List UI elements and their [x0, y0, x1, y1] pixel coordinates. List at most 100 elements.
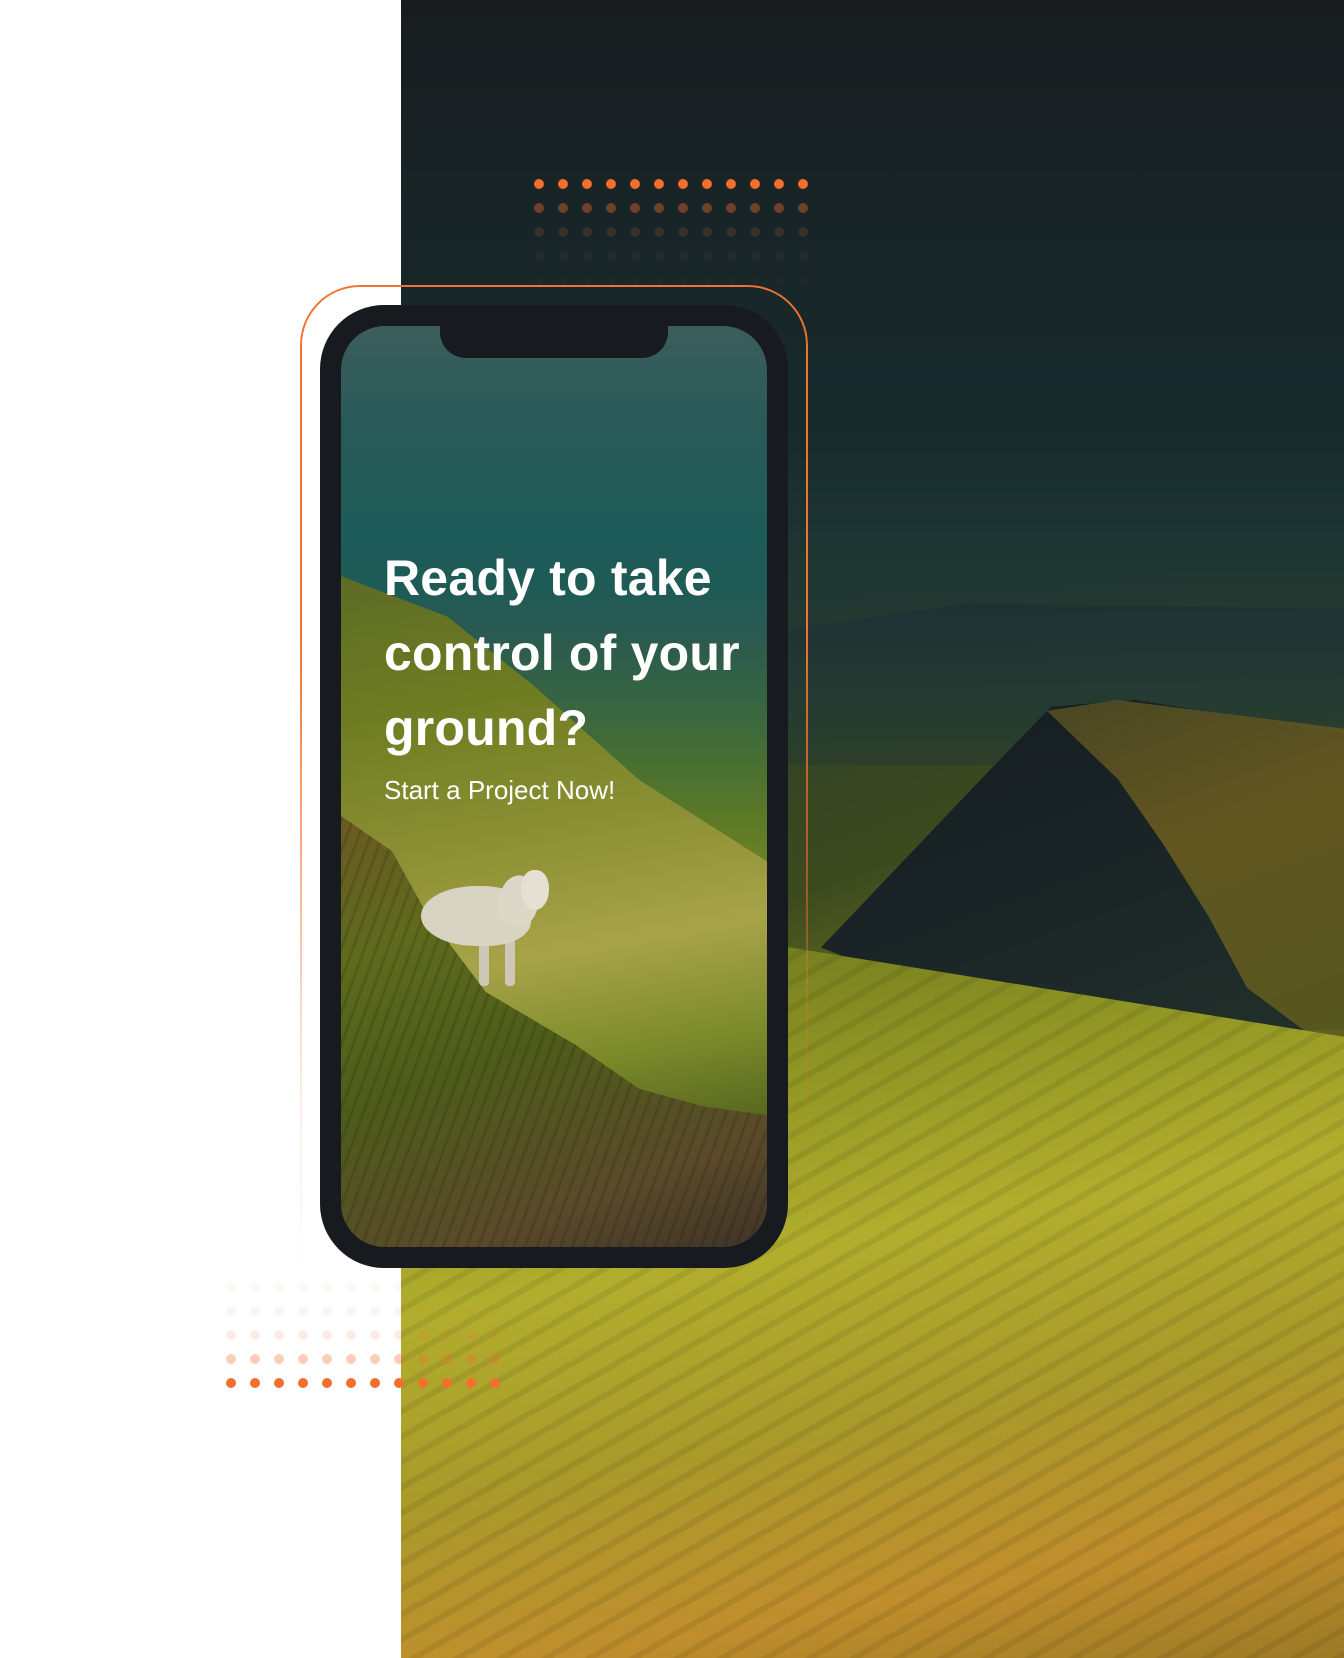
decorative-dot — [346, 1306, 356, 1316]
decorative-dot — [490, 1306, 500, 1316]
decorative-dot — [394, 1282, 404, 1292]
decorative-dot — [726, 251, 736, 261]
decorative-dot — [606, 179, 616, 189]
start-project-link[interactable]: Start a Project Now! — [384, 774, 615, 806]
decorative-dot — [442, 1282, 452, 1292]
decorative-dot — [774, 275, 784, 285]
dot-grid-top — [534, 179, 808, 285]
dot-grid-bottom — [226, 1282, 500, 1388]
decorative-dot — [534, 203, 544, 213]
decorative-dot — [418, 1378, 428, 1388]
decorative-dot — [726, 179, 736, 189]
phone-mockup: Ready to take control of your ground? St… — [320, 305, 788, 1268]
decorative-dot — [274, 1282, 284, 1292]
phone-screen: Ready to take control of your ground? St… — [341, 326, 767, 1247]
decorative-dot — [250, 1330, 260, 1340]
decorative-dot — [774, 179, 784, 189]
decorative-dot — [798, 275, 808, 285]
decorative-dot — [726, 275, 736, 285]
decorative-dot — [370, 1354, 380, 1364]
decorative-dot — [322, 1354, 332, 1364]
decorative-dot — [630, 203, 640, 213]
sheep-head — [521, 870, 549, 910]
decorative-dot — [798, 179, 808, 189]
decorative-dot — [394, 1330, 404, 1340]
decorative-dot — [346, 1354, 356, 1364]
decorative-dot — [750, 179, 760, 189]
decorative-dot — [490, 1282, 500, 1292]
decorative-dot — [346, 1282, 356, 1292]
decorative-dot — [534, 275, 544, 285]
decorative-dot — [630, 179, 640, 189]
decorative-dot — [418, 1354, 428, 1364]
decorative-dot — [442, 1306, 452, 1316]
decorative-dot — [298, 1306, 308, 1316]
decorative-dot — [370, 1330, 380, 1340]
decorative-dot — [582, 203, 592, 213]
decorative-dot — [750, 251, 760, 261]
decorative-dot — [630, 227, 640, 237]
decorative-dot — [466, 1282, 476, 1292]
decorative-dot — [394, 1306, 404, 1316]
decorative-dot — [346, 1330, 356, 1340]
decorative-dot — [558, 227, 568, 237]
decorative-dot — [418, 1306, 428, 1316]
decorative-dot — [702, 275, 712, 285]
decorative-dot — [702, 179, 712, 189]
decorative-dot — [226, 1306, 236, 1316]
decorative-dot — [534, 227, 544, 237]
decorative-dot — [370, 1282, 380, 1292]
decorative-dot — [226, 1282, 236, 1292]
decorative-dot — [558, 179, 568, 189]
decorative-dot — [298, 1330, 308, 1340]
decorative-dot — [534, 179, 544, 189]
decorative-dot — [442, 1378, 452, 1388]
decorative-dot — [394, 1354, 404, 1364]
decorative-dot — [322, 1282, 332, 1292]
decorative-dot — [678, 203, 688, 213]
sheep-image — [421, 870, 551, 1006]
decorative-dot — [346, 1378, 356, 1388]
decorative-dot — [274, 1306, 284, 1316]
decorative-dot — [466, 1306, 476, 1316]
decorative-dot — [226, 1354, 236, 1364]
decorative-dot — [226, 1330, 236, 1340]
decorative-dot — [774, 203, 784, 213]
hero-headline: Ready to take control of your ground? — [384, 550, 740, 756]
decorative-dot — [606, 203, 616, 213]
decorative-dot — [466, 1330, 476, 1340]
decorative-dot — [774, 251, 784, 261]
decorative-dot — [370, 1378, 380, 1388]
decorative-dot — [678, 227, 688, 237]
decorative-dot — [442, 1330, 452, 1340]
decorative-dot — [322, 1306, 332, 1316]
decorative-dot — [678, 251, 688, 261]
decorative-dot — [606, 227, 616, 237]
decorative-dot — [298, 1282, 308, 1292]
decorative-dot — [490, 1354, 500, 1364]
decorative-dot — [558, 251, 568, 261]
decorative-dot — [418, 1330, 428, 1340]
decorative-dot — [250, 1306, 260, 1316]
decorative-dot — [226, 1378, 236, 1388]
decorative-dot — [750, 275, 760, 285]
decorative-dot — [582, 227, 592, 237]
decorative-dot — [322, 1378, 332, 1388]
decorative-dot — [558, 203, 568, 213]
decorative-dot — [702, 251, 712, 261]
decorative-dot — [750, 227, 760, 237]
decorative-dot — [798, 251, 808, 261]
decorative-dot — [678, 179, 688, 189]
decorative-dot — [750, 203, 760, 213]
decorative-dot — [702, 203, 712, 213]
decorative-dot — [274, 1378, 284, 1388]
decorative-dot — [442, 1354, 452, 1364]
decorative-dot — [630, 275, 640, 285]
decorative-dot — [250, 1354, 260, 1364]
decorative-dot — [654, 227, 664, 237]
decorative-dot — [490, 1330, 500, 1340]
decorative-dot — [798, 203, 808, 213]
decorative-dot — [534, 251, 544, 261]
decorative-dot — [726, 203, 736, 213]
decorative-dot — [606, 275, 616, 285]
